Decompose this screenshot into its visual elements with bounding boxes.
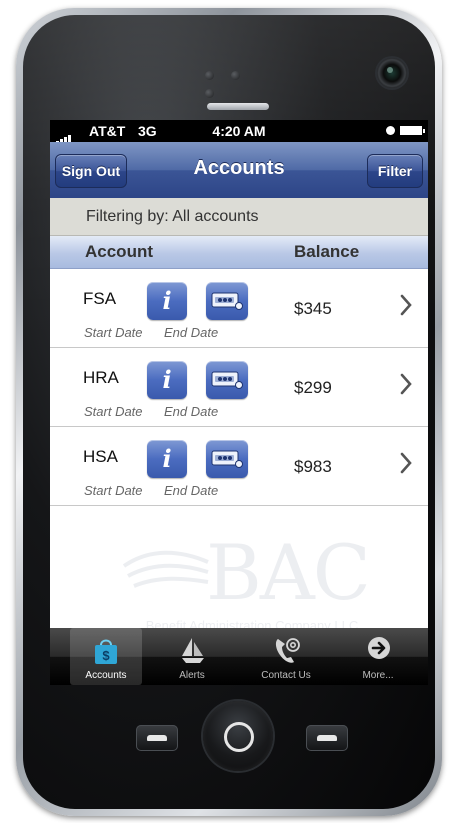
tab-contact-us[interactable]: Contact Us — [246, 628, 326, 685]
info-icon: i — [162, 444, 172, 473]
svg-text:$: $ — [102, 648, 110, 663]
chevron-right-icon — [400, 373, 412, 395]
tab-label: Contact Us — [261, 670, 311, 681]
column-account: Account — [85, 242, 153, 261]
tab-label: Accounts — [85, 670, 127, 681]
sensor-dots — [205, 67, 275, 98]
filter-status: Filtering by: All accounts — [50, 198, 428, 236]
account-row-hsa[interactable]: HSA i $983 Start Date End Date — [50, 427, 428, 506]
info-button[interactable]: i — [147, 440, 187, 478]
column-header: Account Balance — [50, 236, 428, 269]
end-date-label: End Date — [164, 404, 219, 419]
account-name: HRA — [83, 368, 119, 387]
start-date-label: Start Date — [84, 483, 143, 498]
end-date-label: End Date — [164, 483, 219, 498]
tab-accounts[interactable]: $ Accounts — [70, 628, 142, 685]
account-row-hra[interactable]: HRA i $299 Start Date End Date — [50, 348, 428, 427]
card-button[interactable] — [206, 440, 248, 478]
card-icon — [211, 371, 243, 389]
end-date-label: End Date — [164, 325, 219, 340]
chevron-right-icon — [400, 452, 412, 474]
handset-icon — [317, 735, 337, 741]
start-date-label: Start Date — [84, 404, 143, 419]
start-date-label: Start Date — [84, 325, 143, 340]
info-icon: i — [162, 365, 172, 394]
card-button[interactable] — [206, 361, 248, 399]
account-name: HSA — [83, 447, 118, 466]
watermark-letters: BAC — [206, 528, 371, 617]
filter-button[interactable]: Filter — [367, 154, 423, 188]
info-button[interactable]: i — [147, 282, 187, 320]
company-watermark: BAC Benefit Administration Company LLC — [120, 522, 380, 642]
account-name: FSA — [83, 289, 117, 308]
shopping-bag-icon: $ — [95, 639, 117, 664]
column-balance: Balance — [294, 242, 360, 261]
sailboat-icon — [182, 638, 204, 663]
tab-label: More... — [362, 670, 394, 681]
front-camera-icon — [377, 58, 407, 88]
call-end-button[interactable] — [306, 725, 348, 751]
handset-icon — [147, 735, 167, 741]
call-answer-button[interactable] — [136, 725, 178, 751]
phone-screen: AT&T 3G 4:20 AM Sign Out Accounts Filter… — [50, 120, 428, 685]
card-icon — [211, 292, 243, 310]
info-button[interactable]: i — [147, 361, 187, 399]
filter-status-text: Filtering by: All accounts — [86, 208, 259, 225]
tab-more[interactable]: More... — [342, 628, 414, 685]
clock: 4:20 AM — [212, 123, 266, 139]
battery-icon — [400, 126, 425, 135]
orientation-lock-icon — [386, 126, 395, 135]
chevron-right-icon — [400, 294, 412, 316]
account-balance: $345 — [294, 299, 332, 318]
swoosh-logo-icon — [122, 550, 209, 588]
card-icon — [211, 450, 243, 468]
tab-alerts[interactable]: Alerts — [156, 628, 228, 685]
earpiece-speaker — [207, 103, 269, 110]
account-balance: $299 — [294, 378, 332, 397]
info-icon: i — [162, 286, 172, 315]
phone-at-icon — [275, 638, 300, 663]
card-button[interactable] — [206, 282, 248, 320]
arrow-circle-icon — [368, 637, 390, 659]
navigation-bar: Sign Out Accounts Filter — [50, 142, 428, 199]
status-bar: AT&T 3G 4:20 AM — [50, 120, 428, 144]
tab-label: Alerts — [179, 670, 205, 681]
account-balance: $983 — [294, 457, 332, 476]
tab-bar: $ Accounts Alerts Contact Us More... — [50, 628, 428, 685]
account-row-fsa[interactable]: FSA i $345 Start Date End Date — [50, 269, 428, 348]
home-button[interactable] — [203, 701, 273, 771]
